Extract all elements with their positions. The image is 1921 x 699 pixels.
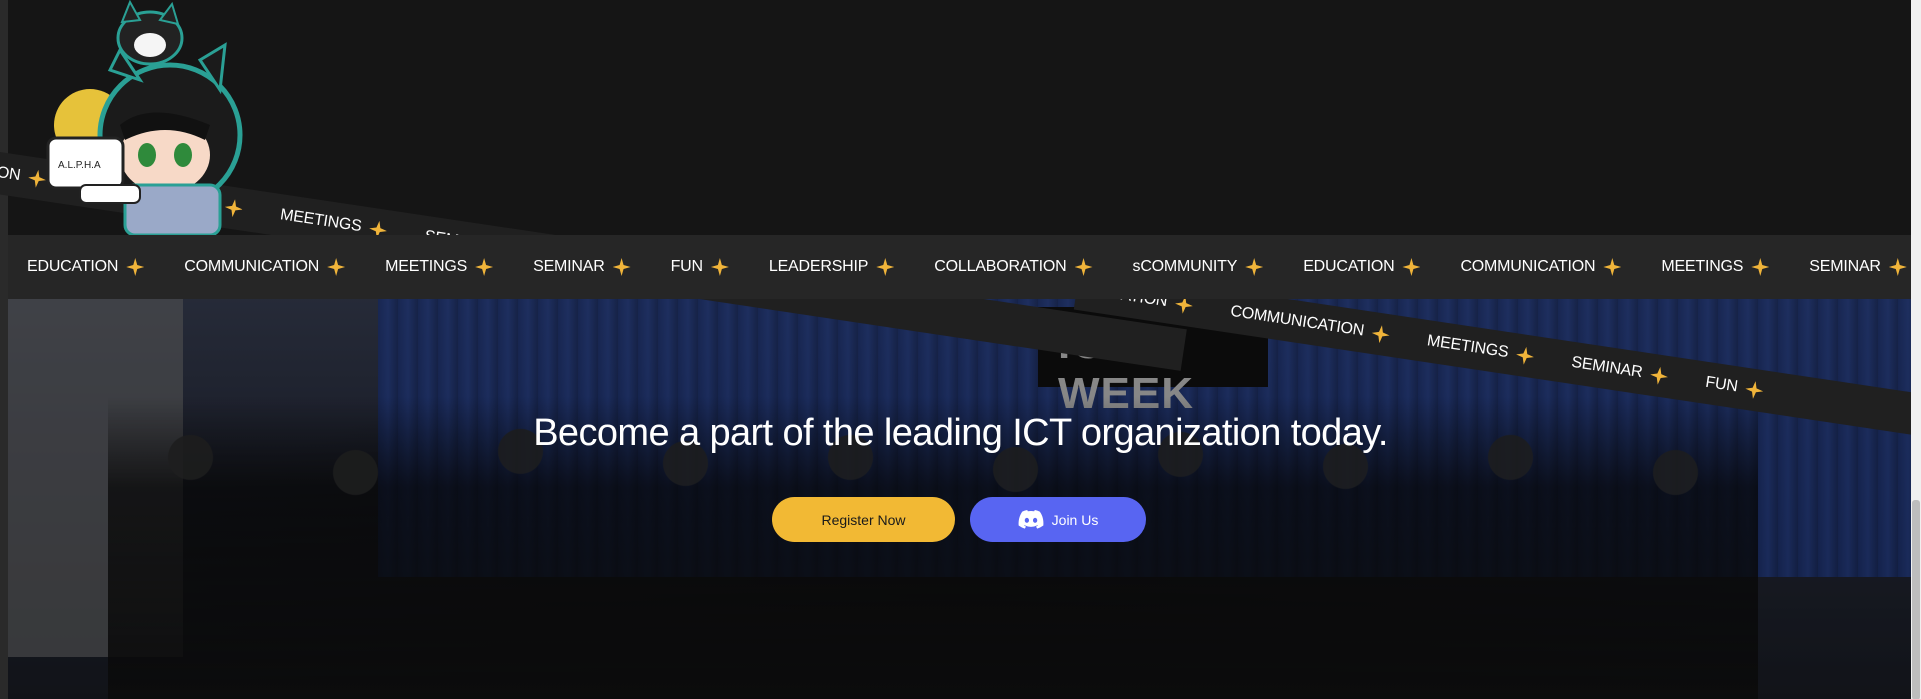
marquee-item-label: MEETINGS (279, 206, 363, 236)
marquee-item: FUN (1704, 374, 1764, 400)
star-icon (1402, 258, 1421, 276)
star-icon (1744, 380, 1764, 400)
star-icon (475, 258, 494, 276)
marquee-item-label: COMMUNICATION (1229, 302, 1366, 340)
star-icon (1603, 258, 1622, 276)
marquee-item-label: SEMINAR (533, 258, 605, 275)
marquee-item-label: FUN (1704, 373, 1739, 396)
star-icon (1888, 258, 1907, 276)
register-label: Register Now (821, 511, 906, 528)
marquee-item: SEMINAR (1809, 258, 1907, 276)
star-icon (1370, 324, 1390, 344)
marquee-item-label: EDUCATION (1303, 258, 1395, 275)
marquee-main: EDUCATION COMMUNICATION MEETINGS SEMINAR FUN… (8, 235, 1911, 299)
marquee-item: LEADERSHIP (768, 258, 895, 276)
star-icon (327, 258, 346, 276)
star-icon (1751, 258, 1770, 276)
scrollbar[interactable] (1911, 0, 1921, 699)
marquee-item-label: SEMINAR (1809, 258, 1881, 275)
join-discord-button[interactable]: Join Us (970, 497, 1146, 542)
mascot-sign-text: A.L.P.H.A (58, 160, 101, 171)
marquee-item: MEETINGS (1661, 258, 1770, 276)
marquee-item-label: SEMINAR (1570, 353, 1644, 382)
marquee-item: MEETINGS (1426, 332, 1535, 366)
marquee-item-label: MEETINGS (1661, 258, 1744, 275)
left-edge (0, 0, 8, 699)
marquee-item: COMMUNICATION (1460, 258, 1622, 276)
marquee-item: EDUCATION (27, 258, 145, 276)
marquee-item: SEMINAR (533, 258, 631, 276)
marquee-item: sCOMMUNITY (1133, 258, 1264, 276)
marquee-item: MEETINGS (385, 258, 494, 276)
marquee-item: COLLABORATION (934, 258, 1093, 276)
mascot-logo: A.L.P.H.A (46, 0, 243, 235)
marquee-item-label: EDUCATION (27, 258, 119, 275)
marquee-item: SEMINAR (1570, 354, 1669, 386)
register-button[interactable]: Register Now (772, 497, 955, 542)
star-icon (1245, 258, 1264, 276)
hero-headline: Become a part of the leading ICT organiz… (533, 412, 1388, 454)
scrollbar-thumb[interactable] (1912, 500, 1920, 699)
marquee-item: COMMUNICATION (184, 258, 346, 276)
star-icon (1515, 346, 1535, 366)
marquee-item-label: COLLABORATION (934, 258, 1067, 275)
discord-icon (1018, 510, 1044, 529)
star-icon (1074, 258, 1093, 276)
marquee-item-label: FUN (670, 258, 703, 275)
join-label: Join Us (1051, 511, 1099, 528)
star-icon (126, 258, 145, 276)
star-icon (612, 258, 631, 276)
marquee-item-label: LEADERSHIP (768, 258, 869, 275)
page: ICT WEEK ONCOMMUNICATIONMEETINGSSEMINARF… (0, 0, 1921, 699)
marquee-track: EDUCATION COMMUNICATION MEETINGS SEMINAR FUN… (8, 235, 1911, 299)
marquee-item-label: COMMUNICATION (184, 258, 320, 275)
marquee-item-label: MEETINGS (385, 258, 468, 275)
star-icon (1649, 366, 1669, 386)
marquee-item-label: sCOMMUNITY (1132, 258, 1238, 275)
marquee-item-label: COMMUNICATION (1460, 258, 1596, 275)
marquee-item: EDUCATION (1303, 258, 1421, 276)
star-icon (710, 258, 729, 276)
star-icon (876, 258, 895, 276)
marquee-item: FUN (671, 258, 729, 276)
marquee-item-label: ON (0, 163, 22, 185)
marquee-item-label: MEETINGS (1425, 332, 1510, 362)
